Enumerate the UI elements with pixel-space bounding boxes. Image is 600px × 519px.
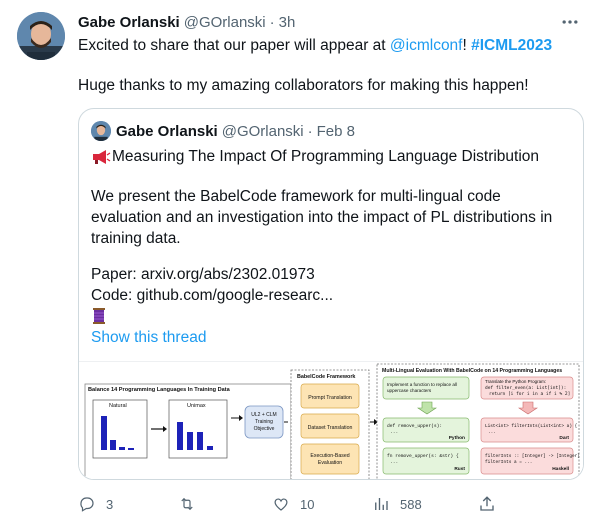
avatar-photo bbox=[17, 12, 65, 60]
babelcode-figure: Balance 14 Programming Languages In Trai… bbox=[79, 362, 583, 479]
megaphone-icon bbox=[93, 149, 111, 164]
task-right-line: Translate the Python Program: bbox=[485, 379, 546, 384]
dataset-translation-label: Dataset Translation bbox=[308, 425, 353, 431]
quote-author-avatar bbox=[91, 121, 111, 141]
paper-link-line: Paper: arxiv.org/abs/2302.01973 bbox=[91, 266, 315, 283]
tweet-actions: 3 10 588 bbox=[78, 495, 518, 517]
quote-title: Measuring The Impact Of Programming Lang… bbox=[112, 148, 540, 165]
quote-paragraph-line: evaluation and an investigation into the… bbox=[91, 209, 553, 226]
like-button[interactable]: 10 bbox=[272, 495, 314, 513]
python-code-line: def remove_upper(s): bbox=[387, 423, 442, 429]
separator-dot: · bbox=[269, 13, 275, 31]
objective-label-line: Training bbox=[255, 419, 273, 425]
dart-code-line: ... bbox=[488, 430, 496, 435]
framework-title: BabelCode Framework bbox=[297, 374, 355, 380]
thread-spool-icon bbox=[93, 308, 105, 324]
task-right-line: def filter_even(a: List[int]): bbox=[485, 385, 566, 391]
rust-label: Rust bbox=[454, 466, 465, 472]
quote-title-line: Measuring The Impact Of Programming Lang… bbox=[91, 146, 539, 167]
tweet-time[interactable]: 3h bbox=[279, 14, 296, 31]
reply-count: 3 bbox=[106, 496, 114, 512]
tweet-text-bang: ! bbox=[462, 37, 467, 54]
execution-eval-box bbox=[300, 443, 360, 475]
figure-bar bbox=[177, 422, 183, 450]
author-avatar[interactable] bbox=[17, 12, 65, 60]
figure-bar bbox=[207, 446, 213, 450]
execution-eval-label-line: Execution-Based bbox=[310, 453, 349, 459]
tweet-header: Gabe Orlanski @GOrlanski · 3h bbox=[78, 12, 580, 32]
figure-bar bbox=[110, 440, 116, 450]
reply-icon bbox=[80, 497, 94, 512]
views-icon bbox=[375, 498, 388, 510]
panel1-title: Balance 14 Programming Languages In Trai… bbox=[88, 387, 231, 393]
quote-author-name: Gabe Orlanski bbox=[116, 122, 218, 140]
mention-link[interactable]: @icmlconf bbox=[390, 37, 463, 54]
code-link-line: Code: github.com/google-researc... bbox=[91, 287, 334, 304]
hashtag-link[interactable]: #ICML2023 bbox=[471, 37, 552, 54]
quote-date: Feb 8 bbox=[316, 122, 355, 140]
quote-author-handle: @GOrlanski bbox=[221, 122, 304, 140]
quote-paragraph-line: We present the BabelCode framework for m… bbox=[91, 188, 501, 205]
tweet-text-prefix: Excited to share that our paper will app… bbox=[78, 37, 390, 54]
figure-bar bbox=[187, 432, 193, 450]
prompt-translation-label: Prompt Translation bbox=[308, 395, 352, 401]
python-code-line: ... bbox=[390, 430, 398, 435]
tweet-text-line-2: Huge thanks to my amazing collaborators … bbox=[78, 77, 529, 94]
figure-bar bbox=[197, 432, 203, 450]
author-name[interactable]: Gabe Orlanski bbox=[78, 14, 180, 31]
unimax-label: Unimax bbox=[187, 403, 206, 409]
view-count: 588 bbox=[400, 496, 422, 512]
avatar-photo bbox=[91, 121, 111, 141]
task-left-line: Implement a function to replace all bbox=[387, 382, 457, 387]
objective-label-line: UL2 + CLM bbox=[251, 412, 276, 418]
evaluation-title: Multi-Lingual Evaluation With BabelCode … bbox=[382, 368, 562, 374]
retweet-button[interactable] bbox=[178, 495, 206, 513]
task-left-line: uppercase characters bbox=[387, 388, 432, 393]
heart-icon bbox=[274, 498, 288, 511]
rust-code-line: fn remove_upper(s: &str) { bbox=[387, 453, 459, 459]
haskell-label: Haskell bbox=[552, 466, 569, 472]
show-thread-link[interactable]: Show this thread bbox=[91, 329, 206, 347]
reply-button[interactable]: 3 bbox=[78, 495, 113, 513]
dart-code-line: List<int> filterInts(List<int> a) { bbox=[485, 424, 578, 429]
execution-eval-label-line: Evaluation bbox=[318, 460, 342, 466]
natural-label: Natural bbox=[109, 403, 127, 409]
task-right-line: return [i for i in a if i % 2] bbox=[489, 391, 570, 397]
tweet-text-line-1: Excited to share that our paper will app… bbox=[78, 36, 552, 56]
more-options-icon[interactable] bbox=[560, 12, 580, 32]
quote-paragraph-line: training data. bbox=[91, 230, 181, 247]
rust-code-line: ... bbox=[390, 460, 398, 465]
figure-bar bbox=[119, 447, 125, 450]
quote-header: Gabe Orlanski @GOrlanski · Feb 8 bbox=[91, 121, 355, 141]
quoted-tweet[interactable]: Gabe Orlanski @GOrlanski · Feb 8 Measuri… bbox=[78, 108, 584, 480]
like-count: 10 bbox=[300, 496, 315, 512]
author-handle[interactable]: @GOrlanski bbox=[184, 14, 266, 31]
objective-label-line: Objective bbox=[254, 426, 275, 432]
python-label: Python bbox=[449, 435, 465, 441]
separator-dot: · bbox=[307, 122, 313, 140]
share-icon[interactable] bbox=[478, 495, 496, 513]
views-button[interactable]: 588 bbox=[372, 495, 422, 513]
retweet-icon bbox=[181, 497, 193, 511]
figure-bar bbox=[101, 416, 107, 450]
figure-bar bbox=[128, 448, 134, 450]
haskell-code-line: filterInts a = ... bbox=[485, 460, 532, 465]
quote-figure-image[interactable]: Balance 14 Programming Languages In Trai… bbox=[79, 361, 583, 479]
haskell-code-line: filterInts :: [Integer] -> [Integer] bbox=[485, 454, 580, 459]
dart-label: Dart bbox=[559, 435, 569, 441]
